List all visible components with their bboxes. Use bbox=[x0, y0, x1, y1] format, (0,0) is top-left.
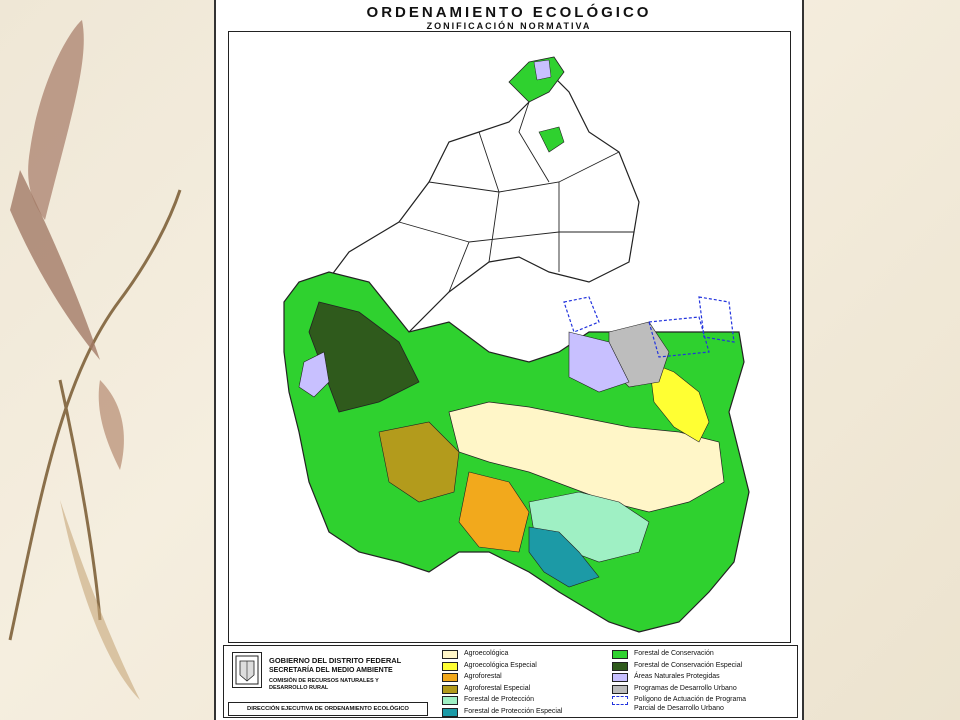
legend-label: Agroforestal Especial bbox=[464, 684, 531, 692]
legend-swatch bbox=[612, 696, 628, 706]
legend-swatch bbox=[442, 684, 458, 694]
legend-label: Forestal de Conservación Especial bbox=[634, 661, 743, 669]
legend-label: Programas de Desarrollo Urbano bbox=[634, 684, 737, 692]
legend-label: Forestal de Protección Especial bbox=[464, 708, 563, 715]
legend-label: Agroforestal bbox=[464, 673, 502, 681]
legend-swatch bbox=[442, 673, 458, 683]
legend-swatch bbox=[612, 684, 628, 694]
commission-name: COMISIÓN DE RECURSOS NATURALES Y DESARRO… bbox=[269, 678, 379, 691]
direction-label: DIRECCIÓN EJECUTIVA DE ORDENAMIENTO ECOL… bbox=[228, 702, 428, 716]
coat-of-arms-emblem bbox=[232, 652, 262, 688]
legend-swatch bbox=[612, 661, 628, 671]
legend-swatch bbox=[612, 650, 628, 659]
legend-swatch bbox=[442, 661, 458, 671]
legend-swatch bbox=[442, 708, 458, 717]
legend-label: Áreas Naturales Protegidas bbox=[634, 673, 720, 681]
legend-panel: GOBIERNO DEL DISTRITO FEDERAL SECRETARÍA… bbox=[223, 645, 798, 718]
map-subtitle: ZONIFICACIÓN NORMATIVA bbox=[426, 21, 592, 31]
map-sheet: ORDENAMIENTO ECOLÓGICO ZONIFICACIÓN NORM… bbox=[214, 0, 804, 720]
legend-swatch bbox=[442, 696, 458, 706]
legend-label: Agroecológica Especial bbox=[464, 661, 537, 669]
decorative-leaf-illustration bbox=[8, 20, 182, 700]
legend-label: Forestal de Conservación bbox=[634, 650, 714, 657]
secretariat-name: SECRETARÍA DEL MEDIO AMBIENTE bbox=[269, 667, 393, 674]
legend-swatch bbox=[442, 650, 458, 659]
legend-label: Agroecológica bbox=[464, 650, 509, 657]
zoning-map bbox=[283, 56, 750, 633]
government-name: GOBIERNO DEL DISTRITO FEDERAL bbox=[269, 656, 402, 665]
legend-label: Forestal de Protección bbox=[464, 696, 535, 704]
map-title: ORDENAMIENTO ECOLÓGICO bbox=[366, 4, 652, 21]
legend-label-line2: Parcial de Desarrollo Urbano bbox=[634, 705, 724, 713]
map-frame bbox=[228, 31, 791, 643]
legend-swatch bbox=[612, 673, 628, 683]
